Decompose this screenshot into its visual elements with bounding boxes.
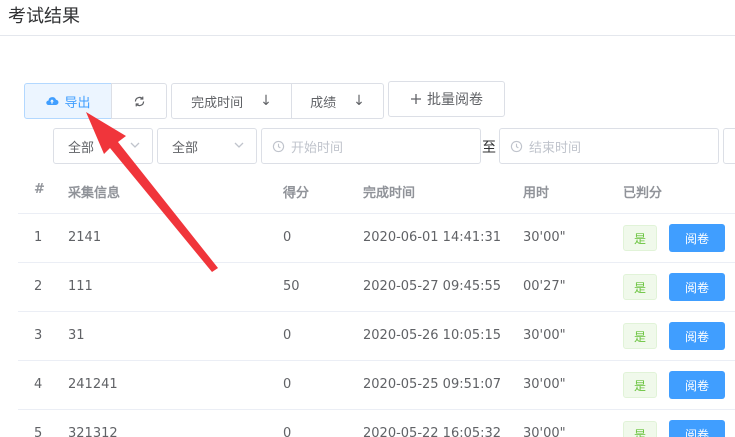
judged-badge: 是 <box>623 421 657 437</box>
header-index: # <box>34 182 45 197</box>
sort-arrow-icon: ↓ <box>260 93 272 109</box>
sort-by-time-button[interactable]: 完成时间 ↓ <box>171 83 292 119</box>
start-time-placeholder: 开始时间 <box>291 140 344 156</box>
refresh-icon <box>134 96 144 106</box>
row-score: 0 <box>283 230 292 245</box>
header-duration: 用时 <box>523 186 550 201</box>
filter-select-2-value: 全部 <box>172 140 199 156</box>
review-button[interactable]: 阅卷 <box>669 224 725 252</box>
row-finish-time: 2020-06-01 14:41:31 <box>363 230 502 245</box>
row-info: 111 <box>68 279 93 294</box>
sort-by-score-button[interactable]: 成绩 ↓ <box>291 83 384 119</box>
row-index: 3 <box>34 328 43 343</box>
start-time-input[interactable]: 开始时间 <box>261 128 481 164</box>
clock-icon <box>272 140 285 152</box>
row-duration: 30'00" <box>523 230 566 245</box>
filter-select-1[interactable]: 全部 <box>53 128 153 164</box>
judged-badge: 是 <box>623 323 657 349</box>
batch-review-label: 批量阅卷 <box>427 92 483 108</box>
row-score: 50 <box>283 279 300 294</box>
filter-select-2[interactable]: 全部 <box>157 128 257 164</box>
export-button-label: 导出 <box>64 95 91 111</box>
row-score: 0 <box>283 377 292 392</box>
clock-icon <box>510 140 523 152</box>
judged-badge: 是 <box>623 274 657 300</box>
review-button[interactable]: 阅卷 <box>669 371 725 399</box>
row-finish-time: 2020-05-25 09:51:07 <box>363 377 502 392</box>
batch-review-button[interactable]: 批量阅卷 <box>388 81 505 117</box>
row-duration: 30'00" <box>523 377 566 392</box>
chevron-down-icon <box>234 142 244 148</box>
header-info: 采集信息 <box>68 186 121 201</box>
refresh-button[interactable] <box>111 83 167 119</box>
filter-select-1-value: 全部 <box>68 140 95 156</box>
row-finish-time: 2020-05-26 10:05:15 <box>363 328 502 343</box>
title-divider <box>0 35 735 36</box>
header-judged: 已判分 <box>623 186 663 201</box>
sort-by-score-label: 成绩 <box>310 95 337 111</box>
row-info: 241241 <box>68 377 118 392</box>
end-time-placeholder: 结束时间 <box>529 140 582 156</box>
row-info: 2141 <box>68 230 102 245</box>
chevron-down-icon <box>130 142 140 148</box>
end-time-input[interactable]: 结束时间 <box>499 128 719 164</box>
cloud-upload-icon <box>46 97 59 105</box>
review-button[interactable]: 阅卷 <box>669 322 725 350</box>
sort-by-time-label: 完成时间 <box>191 95 244 111</box>
row-index: 5 <box>34 426 43 437</box>
judged-badge: 是 <box>623 372 657 398</box>
plus-icon <box>411 94 421 104</box>
row-info: 31 <box>68 328 85 343</box>
row-finish-time: 2020-05-22 16:05:32 <box>363 426 502 437</box>
row-score: 0 <box>283 426 292 437</box>
range-separator: 至 <box>482 140 496 156</box>
row-duration: 30'00" <box>523 426 566 437</box>
header-finish-time: 完成时间 <box>363 186 416 201</box>
row-index: 2 <box>34 279 43 294</box>
review-button[interactable]: 阅卷 <box>669 273 725 301</box>
export-button[interactable]: 导出 <box>24 83 112 119</box>
header-score: 得分 <box>283 186 310 201</box>
extra-filter-input[interactable] <box>723 128 735 164</box>
judged-badge: 是 <box>623 225 657 251</box>
row-duration: 00'27" <box>523 279 566 294</box>
review-button[interactable]: 阅卷 <box>669 420 725 437</box>
row-duration: 30'00" <box>523 328 566 343</box>
row-index: 1 <box>34 230 43 245</box>
row-index: 4 <box>34 377 43 392</box>
sort-arrow-icon: ↓ <box>353 93 365 109</box>
row-score: 0 <box>283 328 292 343</box>
page-title: 考试结果 <box>8 6 80 27</box>
row-finish-time: 2020-05-27 09:45:55 <box>363 279 502 294</box>
row-info: 321312 <box>68 426 118 437</box>
